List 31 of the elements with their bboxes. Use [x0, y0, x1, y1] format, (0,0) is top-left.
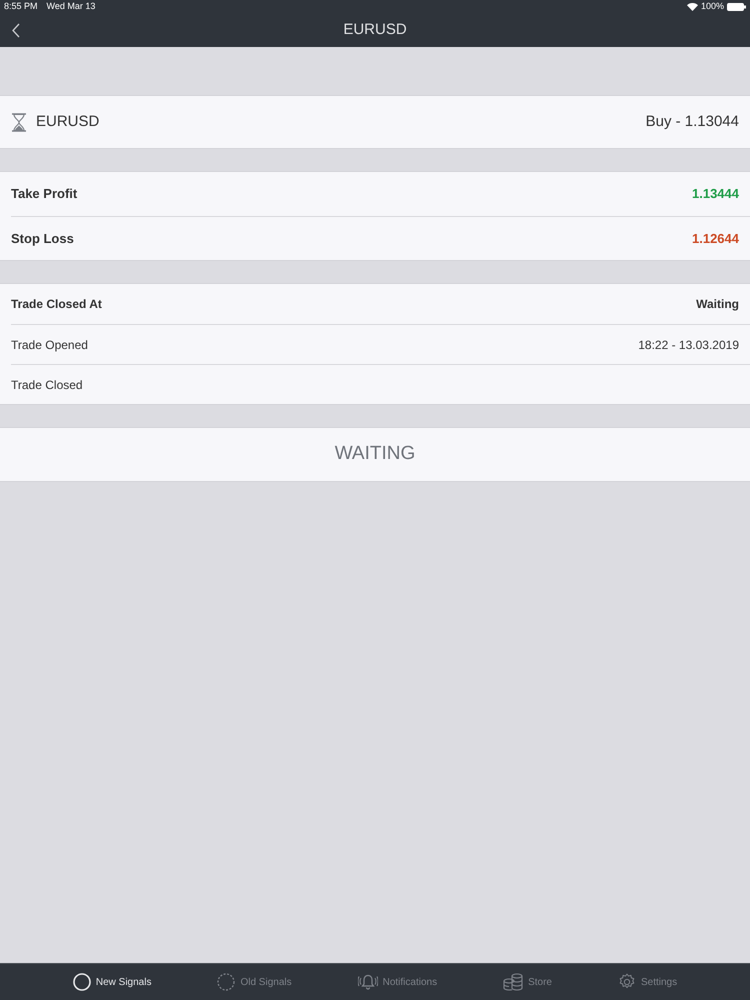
battery-percent: 100% [700, 0, 724, 14]
back-button[interactable] [10, 21, 22, 39]
target-value: 1.12644 [692, 230, 739, 248]
battery-icon [727, 3, 746, 11]
tab-bar-item[interactable]: Store [503, 973, 552, 991]
trade-info-value: Waiting [696, 296, 739, 313]
target-label: Stop Loss [11, 230, 74, 248]
dashed-ring-icon [217, 973, 236, 991]
target-label: Take Profit [11, 185, 78, 204]
trade-info-label: Trade Opened [11, 336, 88, 354]
symbol-label: EURUSD [36, 112, 100, 132]
status-date: Wed Mar 13 [46, 0, 96, 14]
ringing-bell-icon [358, 973, 378, 991]
trade-info-value: 18:22 - 13.03.2019 [638, 336, 739, 354]
back-chevron-icon [12, 22, 20, 38]
tab-bar-item[interactable]: New Signals [72, 973, 152, 991]
coin-stack-icon [503, 973, 524, 991]
tab-bar-item[interactable]: Old Signals [217, 973, 292, 991]
target-value: 1.13444 [692, 185, 739, 204]
status-time: 8:55 PM [4, 0, 38, 14]
trade-info-label: Trade Closed At [11, 296, 102, 313]
wifi-icon [686, 3, 698, 11]
ring-icon [72, 973, 91, 991]
trade-info-label: Trade Closed [11, 376, 83, 394]
tab-bar-item[interactable]: Settings [618, 973, 678, 991]
direction-price: Buy - 1.13044 [646, 112, 739, 132]
tab-bar-item[interactable]: Notifications [358, 973, 438, 991]
navigation-title: EURUSD [343, 20, 407, 40]
waiting-status-button[interactable]: WAITING [0, 427, 750, 482]
hourglass-icon [11, 112, 27, 132]
settings-icon [618, 973, 636, 991]
